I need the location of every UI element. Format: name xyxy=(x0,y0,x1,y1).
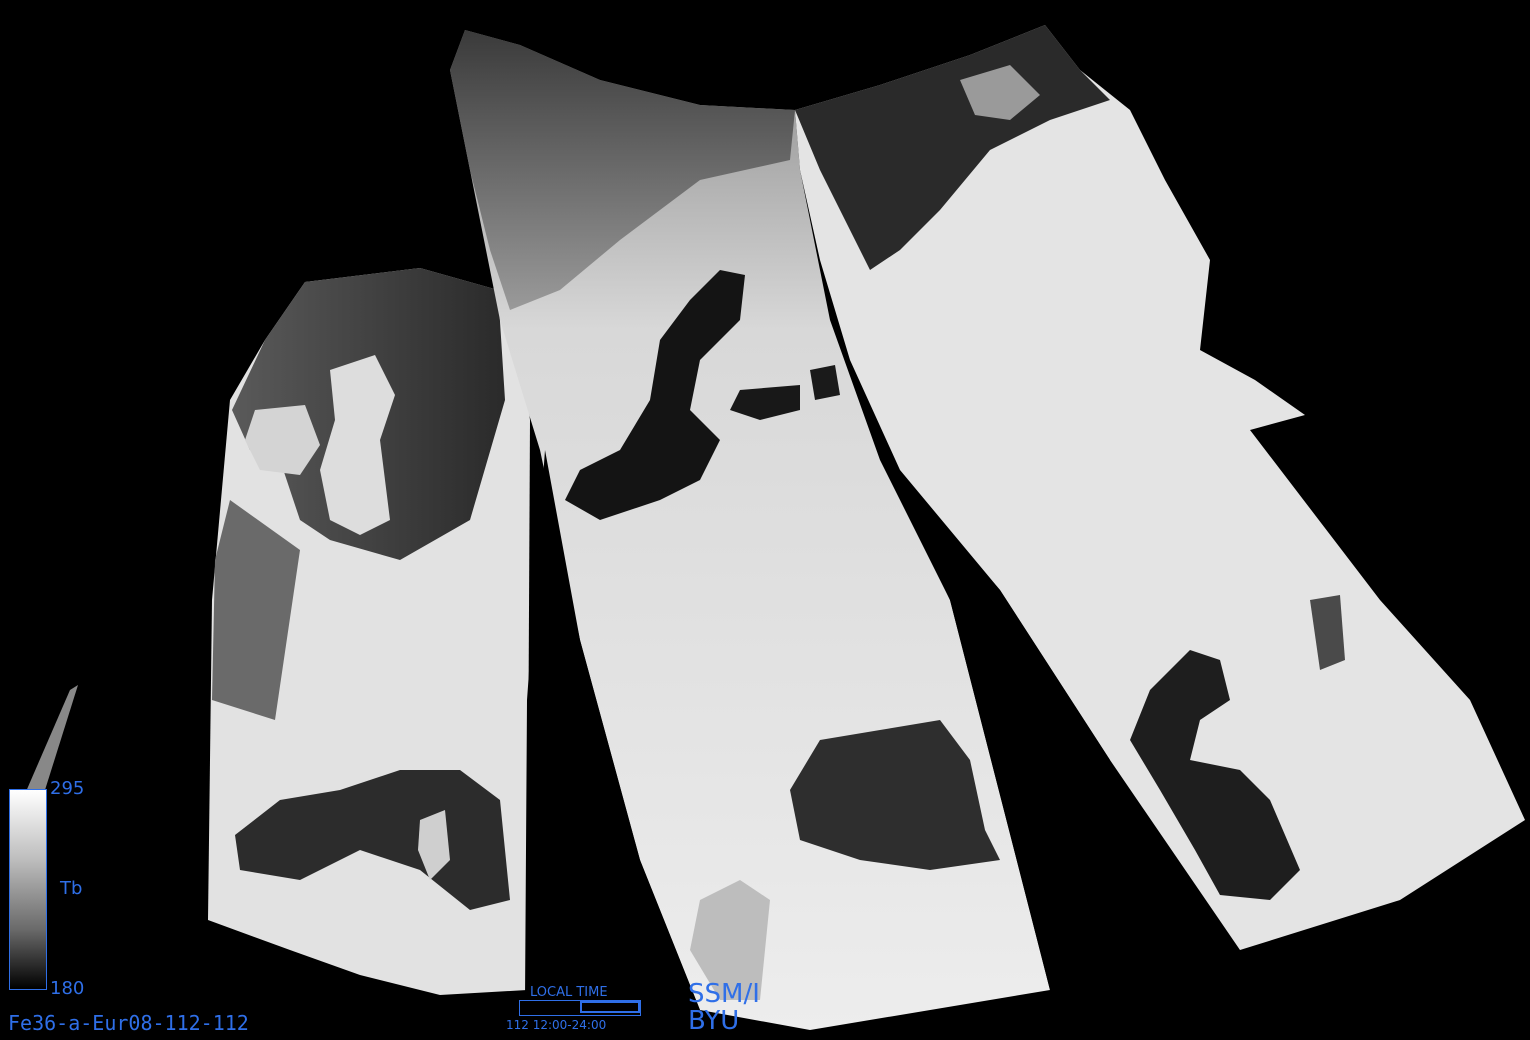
swath-west xyxy=(208,268,530,995)
colorbar-units-label: Tb xyxy=(60,878,83,899)
lake-ladoga xyxy=(810,365,840,400)
colorbar-min-label: 180 xyxy=(50,978,85,999)
local-time-bar-fill xyxy=(580,1001,640,1013)
local-time-title: LOCAL TIME xyxy=(530,985,608,1000)
product-id: Fe36-a-Eur08-112-112 xyxy=(8,1011,249,1035)
local-time-range: 112 12:00-24:00 xyxy=(506,1018,607,1032)
organization-label: BYU xyxy=(688,1006,740,1036)
colorbar-max-label: 295 xyxy=(50,778,85,799)
local-time-bar xyxy=(519,1000,641,1016)
colorbar xyxy=(9,789,47,990)
satellite-map xyxy=(18,25,1525,1030)
sensor-label: SSM/I xyxy=(688,979,760,1009)
